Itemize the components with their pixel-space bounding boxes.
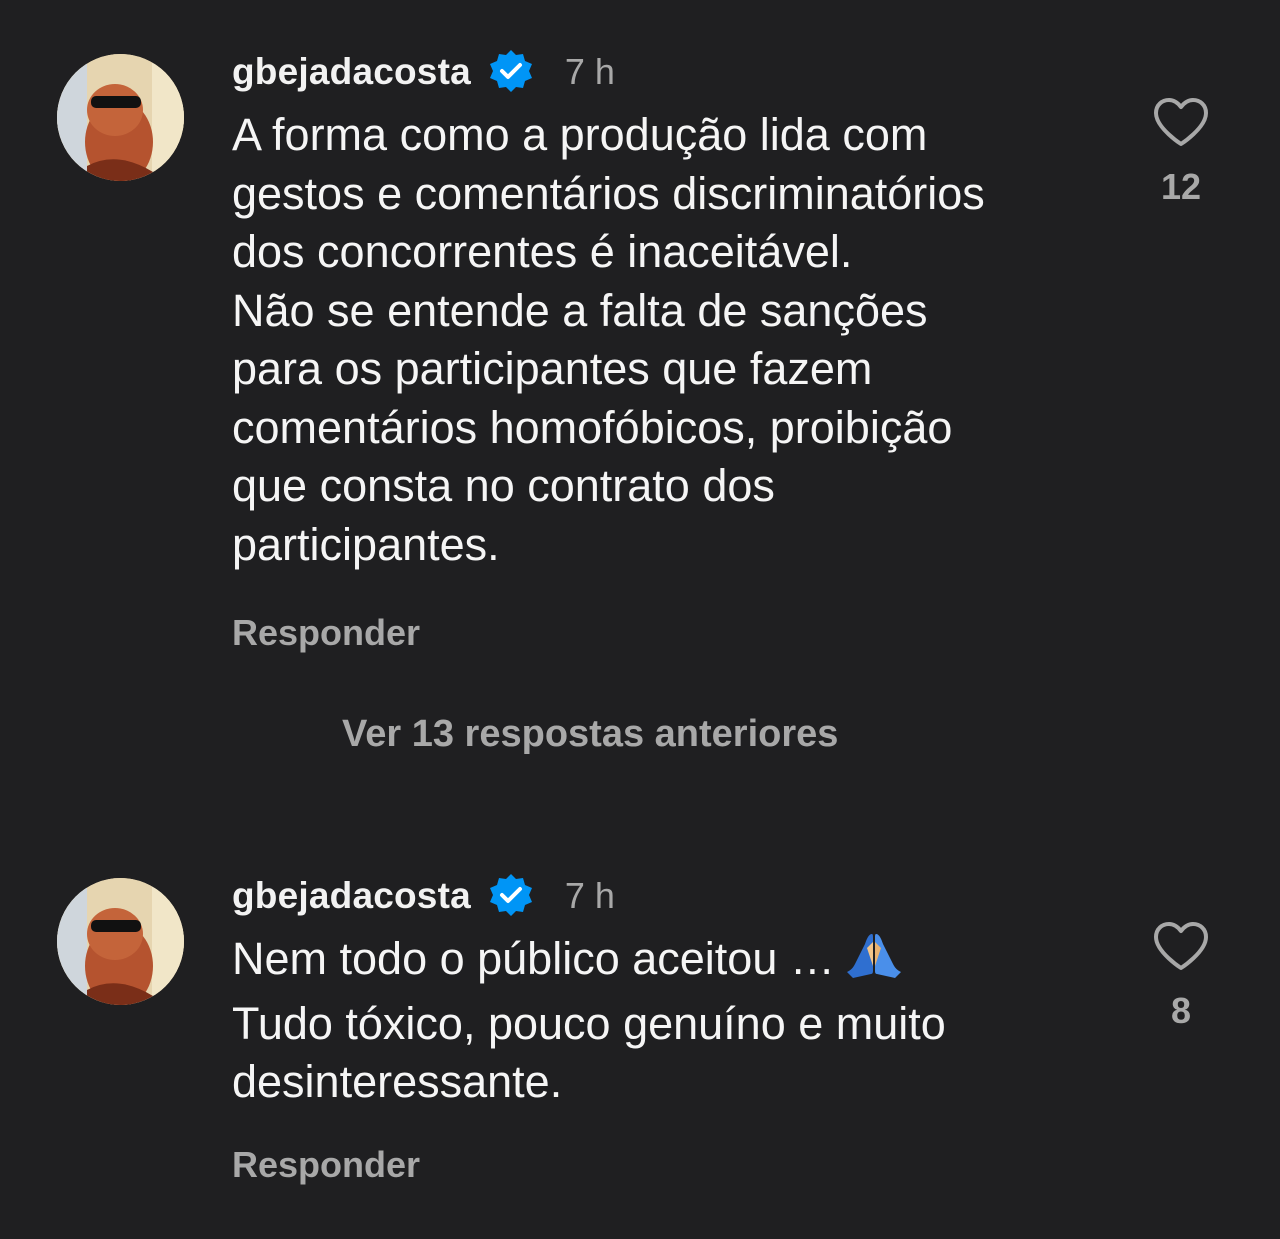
like-count: 12	[1160, 166, 1202, 207]
avatar-image	[57, 54, 184, 181]
comment-time: 7 h	[564, 875, 615, 916]
avatar[interactable]	[57, 878, 184, 1005]
comment-text-line: Nem todo o público aceitou …	[232, 933, 835, 984]
username[interactable]: gbejadacosta	[232, 51, 471, 93]
comment-text: Nem todo o público aceitou … Tudo tóxico…	[232, 930, 1112, 1112]
username[interactable]: gbejadacosta	[232, 875, 471, 917]
avatar[interactable]	[57, 54, 184, 181]
heart-outline-icon[interactable]	[1152, 920, 1210, 972]
view-previous-replies-button[interactable]: Ver 13 respostas anteriores	[342, 713, 838, 756]
like-control: 12	[1141, 96, 1221, 208]
folded-hands-icon	[845, 930, 903, 995]
comment-time: 7 h	[564, 51, 615, 92]
avatar-image	[57, 878, 184, 1005]
comment-text-line: Tudo tóxico, pouco genuíno e muito desin…	[232, 997, 946, 1108]
comment-content: gbejadacosta 7 h A forma como a produção…	[232, 44, 1112, 574]
comment-header: gbejadacosta 7 h	[232, 44, 1112, 100]
verified-badge-icon	[487, 48, 535, 96]
heart-outline-icon[interactable]	[1152, 96, 1210, 148]
like-control: 8	[1141, 920, 1221, 1032]
comment-text: A forma como a produção lida com gestos …	[232, 109, 985, 570]
reply-button[interactable]: Responder	[232, 612, 420, 654]
like-count: 8	[1170, 990, 1192, 1031]
verified-badge-icon	[487, 872, 535, 920]
comment-header: gbejadacosta 7 h	[232, 868, 1112, 924]
reply-button[interactable]: Responder	[232, 1144, 420, 1186]
comment-content: gbejadacosta 7 h Nem todo o público acei…	[232, 868, 1112, 1112]
